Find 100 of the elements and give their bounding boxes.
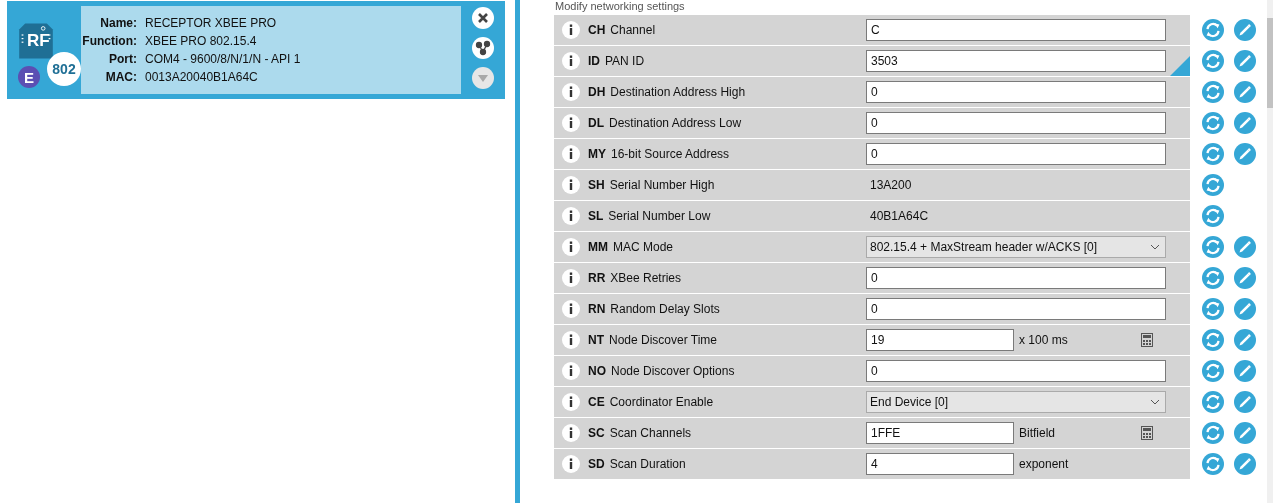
setting-code: NO [588, 364, 606, 378]
setting-value: 13A200 [869, 178, 912, 192]
info-icon[interactable] [562, 424, 580, 442]
field-value: 0013A20040B1A64C [145, 70, 259, 84]
setting-name: Channel [610, 23, 657, 37]
info-icon[interactable] [562, 393, 580, 411]
close-icon[interactable] [472, 7, 494, 29]
badge-label: RF [27, 31, 50, 51]
setting-code: SD [588, 457, 605, 471]
info-icon[interactable] [562, 176, 580, 194]
refresh-icon[interactable] [1202, 298, 1224, 320]
refresh-icon[interactable] [1202, 453, 1224, 475]
info-icon[interactable] [562, 269, 580, 287]
pencil-icon[interactable] [1234, 112, 1256, 134]
pencil-icon[interactable] [1234, 391, 1256, 413]
setting-name: Random Delay Slots [610, 302, 721, 316]
setting-code: SC [588, 426, 605, 440]
info-icon[interactable] [562, 207, 580, 225]
setting-code: SL [588, 209, 604, 223]
setting-code: SH [588, 178, 605, 192]
pencil-icon[interactable] [1234, 360, 1256, 382]
refresh-icon[interactable] [1202, 236, 1224, 258]
input-field[interactable]: 0 [866, 143, 1166, 165]
refresh-icon[interactable] [1202, 112, 1224, 134]
setting-name: MAC Mode [613, 240, 675, 254]
field-label: Name: [99, 16, 137, 30]
refresh-icon[interactable] [1202, 205, 1224, 227]
section-title: Modify networking settings [554, 0, 686, 14]
field-label: Port: [108, 52, 137, 66]
pencil-icon[interactable] [1234, 143, 1256, 165]
info-icon[interactable] [562, 145, 580, 163]
input-field[interactable]: 19 [866, 329, 1014, 351]
field-value: RECEPTOR XBEE PRO [145, 16, 278, 30]
calculator-icon[interactable] [1141, 426, 1153, 440]
unit-label: Bitfield [1019, 426, 1057, 440]
setting-name: Node Discover Time [609, 333, 719, 347]
select-field[interactable]: 802.15.4 + MaxStream header w/ACKS [0] [866, 236, 1166, 258]
setting-code: CE [588, 395, 605, 409]
input-field[interactable]: 0 [866, 360, 1166, 382]
field-label: Function: [81, 34, 137, 48]
info-icon[interactable] [562, 52, 580, 70]
scrollbar-thumb[interactable] [1267, 18, 1273, 108]
input-field[interactable]: C [866, 19, 1166, 41]
setting-code: CH [588, 23, 606, 37]
input-field[interactable]: 4 [866, 453, 1014, 475]
field-value: XBEE PRO 802.15.4 [145, 34, 258, 48]
chevron-icon [1150, 399, 1160, 405]
info-icon[interactable] [562, 21, 580, 39]
setting-name: Scan Duration [609, 457, 687, 471]
unit-label: x 100 ms [1019, 333, 1069, 347]
info-icon[interactable] [562, 238, 580, 256]
refresh-icon[interactable] [1202, 50, 1224, 72]
input-field[interactable]: 0 [866, 267, 1166, 289]
pencil-icon[interactable] [1234, 298, 1256, 320]
setting-name: Destination Address Low [609, 116, 743, 130]
refresh-icon[interactable] [1202, 81, 1224, 103]
input-field[interactable]: 3503 [866, 50, 1166, 72]
refresh-icon[interactable] [1202, 329, 1224, 351]
input-field[interactable]: 0 [866, 112, 1166, 134]
network-icon[interactable] [472, 37, 494, 59]
refresh-icon[interactable] [1202, 143, 1224, 165]
pencil-icon[interactable] [1234, 81, 1256, 103]
unit-label: exponent [1019, 457, 1070, 471]
setting-name: 16-bit Source Address [611, 147, 731, 161]
setting-name: XBee Retries [610, 271, 683, 285]
refresh-icon[interactable] [1202, 267, 1224, 289]
info-icon[interactable] [562, 114, 580, 132]
refresh-icon[interactable] [1202, 422, 1224, 444]
info-icon[interactable] [562, 362, 580, 380]
pencil-icon[interactable] [1234, 329, 1256, 351]
pencil-icon[interactable] [1234, 267, 1256, 289]
setting-name: Coordinator Enable [609, 395, 715, 409]
input-field[interactable]: 0 [866, 81, 1166, 103]
refresh-icon[interactable] [1202, 360, 1224, 382]
info-icon[interactable] [562, 331, 580, 349]
refresh-icon[interactable] [1202, 174, 1224, 196]
input-field[interactable]: 1FFE [866, 422, 1014, 444]
setting-code: RN [588, 302, 606, 316]
chip-icon [18, 21, 54, 61]
refresh-icon[interactable] [1202, 391, 1224, 413]
setting-name: Serial Number High [609, 178, 716, 192]
dropdown-icon[interactable] [472, 67, 494, 89]
pencil-icon[interactable] [1234, 453, 1256, 475]
refresh-icon[interactable] [1202, 19, 1224, 41]
setting-code: DL [588, 116, 604, 130]
pencil-icon[interactable] [1234, 50, 1256, 72]
info-icon[interactable] [562, 83, 580, 101]
setting-name: Node Discover Options [611, 364, 736, 378]
setting-code: RR [588, 271, 606, 285]
pencil-icon[interactable] [1234, 236, 1256, 258]
pencil-icon[interactable] [1234, 19, 1256, 41]
setting-code: DH [588, 85, 606, 99]
select-field[interactable]: End Device [0] [866, 391, 1166, 413]
pencil-icon[interactable] [1234, 422, 1256, 444]
info-icon[interactable] [562, 455, 580, 473]
setting-code: MY [588, 147, 606, 161]
setting-name: Serial Number Low [608, 209, 712, 223]
info-icon[interactable] [562, 300, 580, 318]
input-field[interactable]: 0 [866, 298, 1166, 320]
calculator-icon[interactable] [1141, 333, 1153, 347]
